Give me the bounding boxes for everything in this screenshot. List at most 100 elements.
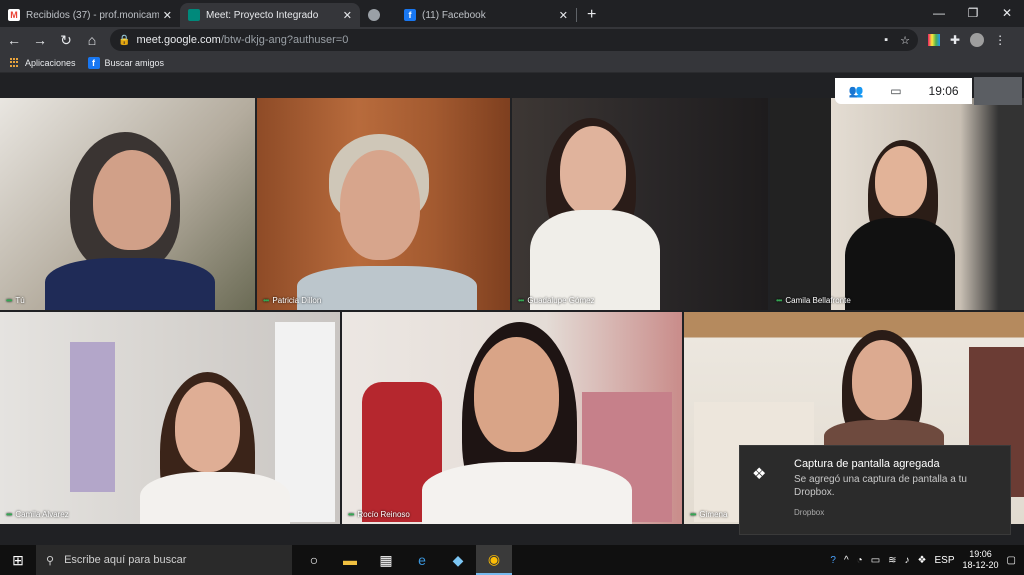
notification-title: Captura de pantalla agregada: [794, 458, 940, 470]
address-bar[interactable]: 🔒 meet.google.com /btw-dkjg-ang?authuser…: [110, 29, 918, 51]
dropbox-notification[interactable]: ❖ Captura de pantalla agregada Se agregó…: [739, 445, 1011, 535]
chat-icon[interactable]: ▭: [890, 84, 901, 98]
notifications-icon[interactable]: ▢: [1007, 555, 1016, 566]
tab-facebook[interactable]: f (11) Facebook ✕: [396, 3, 576, 27]
language-indicator[interactable]: ESP: [935, 555, 955, 566]
battery-icon[interactable]: ▭: [871, 555, 880, 566]
self-view-thumbnail[interactable]: [974, 77, 1022, 105]
tab-meet[interactable]: Meet: Proyecto Integrado ✕: [180, 3, 360, 27]
bookmark-star-icon[interactable]: ☆: [900, 34, 910, 47]
facebook-icon: f: [87, 56, 100, 69]
bookmark-apps[interactable]: Aplicaciones: [10, 57, 76, 68]
store-icon[interactable]: ◆: [440, 545, 476, 575]
color-extension-icon[interactable]: [928, 34, 940, 46]
edge-icon[interactable]: e: [404, 545, 440, 575]
bookmark-buscar-amigos[interactable]: f Buscar amigos: [87, 56, 165, 69]
file-explorer-icon[interactable]: ▬: [332, 545, 368, 575]
camera-icon[interactable]: ▪: [884, 34, 888, 47]
audio-indicator-icon: •••: [6, 510, 12, 519]
close-icon[interactable]: ✕: [559, 9, 568, 22]
restore-icon[interactable]: ❐: [956, 0, 990, 26]
video-tile-patricia[interactable]: ••• Patricia Dillon: [257, 98, 510, 310]
url-path: /btw-dkjg-ang?authuser=0: [220, 34, 349, 46]
network-icon[interactable]: ◔: [857, 555, 863, 566]
system-tray: ? ^ ◔ ▭ ≋ ♪ ❖ ESP 19:06 18-12-20 ▢: [830, 549, 1024, 571]
audio-indicator-icon: •••: [263, 296, 269, 305]
lock-icon: 🔒: [118, 34, 131, 46]
video-tile-self[interactable]: ••• Tú: [0, 98, 255, 310]
puzzle-icon[interactable]: ✚: [950, 33, 960, 47]
tab-recording[interactable]: [360, 3, 396, 27]
bookmark-label: Buscar amigos: [104, 57, 165, 68]
participant-name: Tú: [15, 296, 25, 305]
bookmark-label: Aplicaciones: [25, 57, 76, 68]
browser-toolbar: ← → ↻ ⌂ 🔒 meet.google.com /btw-dkjg-ang?…: [0, 27, 1024, 53]
gmail-icon: M: [8, 9, 20, 21]
tab-strip: M Recibidos (37) - prof.monicaman ✕ Meet…: [0, 0, 1024, 27]
bookmarks-bar: Aplicaciones f Buscar amigos: [0, 53, 1024, 73]
home-icon[interactable]: ⌂: [80, 29, 104, 51]
wifi-icon[interactable]: ≋: [888, 555, 896, 566]
participant-label: ••• Camila Alvarez: [6, 510, 69, 519]
close-window-icon[interactable]: ✕: [990, 0, 1024, 26]
participant-name: Guadalupe Gómez: [527, 296, 595, 305]
audio-indicator-icon: •••: [690, 510, 696, 519]
video-tile-rocio[interactable]: ••• Rocío Reinoso: [342, 312, 682, 524]
tab-title: (11) Facebook: [422, 9, 486, 21]
meeting-time: 19:06: [928, 84, 959, 98]
profile-avatar[interactable]: [970, 33, 985, 47]
window-controls: — ❐ ✕: [922, 0, 1024, 26]
minimize-icon[interactable]: —: [922, 0, 956, 26]
url-host: meet.google.com: [136, 34, 221, 46]
tab-title: Recibidos (37) - prof.monicaman: [26, 9, 159, 21]
participant-label: ••• Guadalupe Gómez: [518, 296, 595, 305]
reload-icon[interactable]: ↻: [54, 29, 78, 51]
calculator-icon[interactable]: ▦: [368, 545, 404, 575]
dropbox-tray-icon[interactable]: ❖: [918, 555, 927, 566]
participant-label: ••• Rocío Reinoso: [348, 510, 410, 519]
video-tile-camila-a[interactable]: ••• Camila Alvarez: [0, 312, 340, 524]
help-icon[interactable]: ?: [830, 555, 836, 566]
notification-source: Dropbox: [794, 508, 825, 517]
tab-title: Meet: Proyecto Integrado: [206, 9, 319, 21]
participant-label: ••• Gimena: [690, 510, 727, 519]
tab-gmail[interactable]: M Recibidos (37) - prof.monicaman ✕: [0, 3, 180, 27]
close-icon[interactable]: ✕: [163, 9, 172, 22]
windows-taskbar: ⊞ ⚲ Escribe aquí para buscar ○ ▬ ▦ e ◆ ◉…: [0, 545, 1024, 575]
participant-label: ••• Camila Bellafronte: [776, 296, 851, 305]
volume-icon[interactable]: ♪: [905, 555, 910, 566]
menu-icon[interactable]: ⋮: [994, 33, 1006, 47]
audio-indicator-icon: •••: [348, 510, 354, 519]
facebook-icon: f: [404, 9, 416, 21]
record-icon: [368, 9, 380, 21]
chevron-up-icon[interactable]: ^: [844, 555, 849, 566]
clock[interactable]: 19:06 18-12-20: [963, 549, 999, 571]
audio-indicator-icon: •••: [6, 296, 12, 305]
task-view-icon[interactable]: ○: [296, 545, 332, 575]
search-placeholder: Escribe aquí para buscar: [64, 554, 187, 566]
meet-info-bar: 👥 ▭ 19:06: [835, 78, 972, 104]
clock-time: 19:06: [969, 549, 992, 559]
participant-name: Rocío Reinoso: [357, 510, 410, 519]
dropbox-icon: ❖: [752, 466, 767, 483]
participant-name: Camila Alvarez: [15, 510, 69, 519]
search-icon: ⚲: [46, 554, 55, 567]
new-tab-button[interactable]: +: [587, 6, 596, 24]
tab-separator: [576, 8, 577, 22]
apps-grid-icon: [10, 57, 20, 68]
extensions-area: ✚ ⋮: [928, 33, 1006, 47]
participant-label: ••• Tú: [6, 296, 25, 305]
chrome-icon[interactable]: ◉: [476, 545, 512, 575]
back-icon[interactable]: ←: [2, 29, 26, 51]
close-icon[interactable]: ✕: [343, 9, 352, 22]
video-tile-camila-b[interactable]: ••• Camila Bellafronte: [770, 98, 1024, 310]
taskbar-search[interactable]: ⚲ Escribe aquí para buscar: [36, 545, 292, 575]
participants-icon[interactable]: 👥: [848, 84, 863, 98]
meet-icon: [188, 9, 200, 21]
video-tile-guadalupe[interactable]: ••• Guadalupe Gómez: [512, 98, 768, 310]
participant-label: ••• Patricia Dillon: [263, 296, 321, 305]
windows-start-icon[interactable]: ⊞: [0, 545, 36, 575]
clock-date: 18-12-20: [962, 560, 999, 570]
audio-indicator-icon: •••: [518, 296, 524, 305]
forward-icon[interactable]: →: [28, 29, 52, 51]
